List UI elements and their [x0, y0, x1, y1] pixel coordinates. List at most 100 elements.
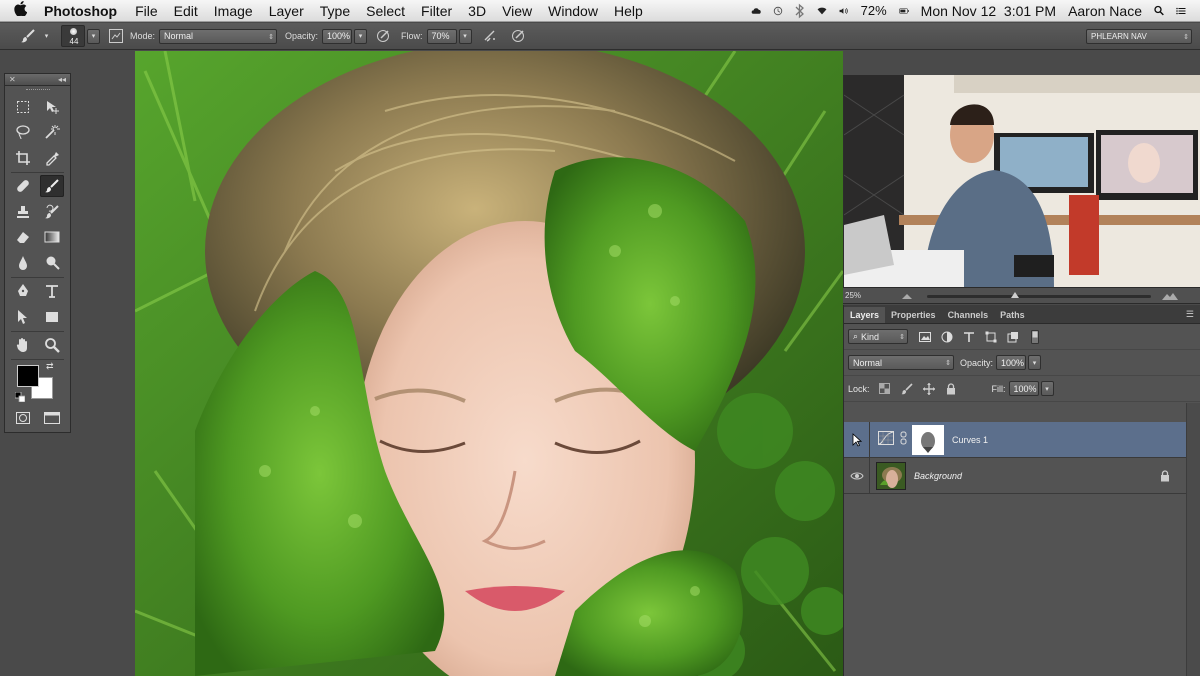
clone-stamp-tool-icon[interactable] [11, 201, 35, 223]
brush-tool-icon[interactable] [39, 175, 64, 198]
layer-name-curves-1[interactable]: Curves 1 [952, 435, 988, 445]
fill-input[interactable]: 100% [1008, 381, 1039, 396]
quick-mask-icon[interactable] [11, 407, 35, 429]
filter-toggle-switch[interactable] [1024, 328, 1046, 346]
zoom-in-icon[interactable] [1161, 290, 1179, 304]
menu-filter[interactable]: Filter [413, 3, 460, 19]
menu-help[interactable]: Help [606, 3, 651, 19]
menu-select[interactable]: Select [358, 3, 413, 19]
zoom-out-icon[interactable] [901, 291, 913, 303]
spotlight-search-icon[interactable] [1148, 0, 1170, 22]
apple-menu-icon[interactable] [0, 1, 40, 20]
clock[interactable]: Mon Nov 12 3:01 PM [915, 3, 1062, 19]
wifi-icon[interactable] [811, 0, 833, 22]
pressure-size-icon[interactable] [508, 26, 528, 46]
brush-panel-toggle-icon[interactable] [106, 26, 126, 46]
filter-smart-object-icon[interactable] [1002, 328, 1024, 346]
healing-brush-tool-icon[interactable] [11, 175, 35, 197]
fill-dropdown[interactable]: ▾ [1040, 381, 1054, 396]
move-tool-icon[interactable] [40, 96, 64, 118]
lock-transparent-icon[interactable] [874, 380, 896, 398]
rectangle-tool-icon[interactable] [40, 306, 64, 328]
magic-wand-tool-icon[interactable] [40, 121, 64, 143]
layer-row-curves-1[interactable]: Curves 1 [844, 421, 1200, 458]
history-brush-tool-icon[interactable] [40, 201, 64, 223]
collapse-icon[interactable]: ◂◂ [58, 75, 66, 84]
lock-position-icon[interactable] [918, 380, 940, 398]
filter-type-icon[interactable] [958, 328, 980, 346]
menu-window[interactable]: Window [540, 3, 606, 19]
lock-all-icon[interactable] [940, 380, 962, 398]
flow-input[interactable]: 70% [426, 28, 457, 44]
layer-name-background[interactable]: Background [914, 471, 962, 481]
lasso-tool-icon[interactable] [11, 121, 35, 143]
workspace-switcher[interactable]: PHLEARN NAV ⇕ [1086, 28, 1192, 44]
airbrush-icon[interactable] [480, 26, 500, 46]
layer-thumbnail[interactable] [876, 461, 906, 490]
tool-preset-dropdown[interactable]: ▾ [40, 29, 53, 44]
brush-picker-dropdown[interactable]: ▾ [87, 28, 100, 44]
zoom-slider-thumb[interactable] [1011, 292, 1019, 298]
filter-adjustment-icon[interactable] [936, 328, 958, 346]
tools-panel-header[interactable]: ✕ ◂◂ [5, 74, 70, 86]
visibility-toggle[interactable] [844, 457, 870, 494]
time-machine-icon[interactable] [767, 0, 789, 22]
bluetooth-icon[interactable] [789, 0, 811, 22]
menu-layer[interactable]: Layer [261, 3, 312, 19]
opacity-input[interactable]: 100% [322, 28, 353, 44]
panel-menu-icon[interactable]: ☰ [1180, 306, 1200, 323]
document-canvas[interactable] [135, 51, 843, 676]
filter-pixel-icon[interactable] [914, 328, 936, 346]
zoom-slider-track[interactable] [927, 295, 1151, 298]
mask-link-icon[interactable] [900, 431, 908, 448]
tab-channels[interactable]: Channels [942, 307, 995, 323]
lock-image-icon[interactable] [896, 380, 918, 398]
hand-tool-icon[interactable] [11, 334, 35, 356]
pressure-opacity-icon[interactable] [373, 26, 393, 46]
opacity-dropdown[interactable]: ▾ [354, 28, 368, 44]
brush-tool-preset-icon[interactable] [18, 26, 38, 46]
eyedropper-tool-icon[interactable] [40, 147, 64, 169]
menu-image[interactable]: Image [206, 3, 261, 19]
tab-layers[interactable]: Layers [844, 307, 886, 323]
cloud-status-icon[interactable] [745, 0, 767, 22]
close-icon[interactable]: ✕ [9, 75, 16, 84]
user-name[interactable]: Aaron Nace [1062, 3, 1148, 19]
marquee-tool-icon[interactable] [11, 96, 35, 118]
flow-dropdown[interactable]: ▾ [458, 28, 472, 44]
menu-3d[interactable]: 3D [460, 3, 494, 19]
blur-tool-icon[interactable] [11, 252, 35, 274]
eraser-tool-icon[interactable] [11, 226, 35, 248]
visibility-toggle-hidden[interactable] [844, 421, 870, 458]
battery-percent[interactable]: 72% [855, 3, 893, 18]
pen-tool-icon[interactable] [11, 280, 35, 302]
menu-edit[interactable]: Edit [166, 3, 206, 19]
app-name-menu[interactable]: Photoshop [40, 3, 127, 19]
tab-properties[interactable]: Properties [885, 307, 942, 323]
menu-type[interactable]: Type [312, 3, 358, 19]
menu-file[interactable]: File [127, 3, 166, 19]
foreground-color-swatch[interactable] [17, 365, 39, 387]
blend-mode-select[interactable]: Normal ⇕ [159, 28, 278, 44]
gradient-tool-icon[interactable] [40, 226, 64, 248]
filter-kind-select[interactable]: ⌕ Kind ⇕ [848, 329, 908, 344]
layers-scrollbar[interactable] [1186, 403, 1200, 676]
default-colors-icon[interactable] [14, 391, 26, 403]
dodge-tool-icon[interactable] [40, 252, 64, 274]
zoom-tool-icon[interactable] [40, 334, 64, 356]
layer-blend-mode-select[interactable]: Normal ⇕ [848, 355, 954, 370]
menu-view[interactable]: View [494, 3, 540, 19]
zoom-percent[interactable]: 25% [843, 291, 883, 300]
layer-opacity-dropdown[interactable]: ▾ [1028, 355, 1042, 370]
battery-icon[interactable] [893, 0, 915, 22]
notification-center-icon[interactable] [1170, 0, 1192, 22]
tab-paths[interactable]: Paths [994, 307, 1031, 323]
volume-icon[interactable] [833, 0, 855, 22]
layer-row-background[interactable]: Background [844, 457, 1200, 494]
screen-mode-icon[interactable] [40, 407, 64, 429]
brush-size-picker[interactable]: 44 [61, 25, 85, 47]
type-tool-icon[interactable] [40, 280, 64, 302]
path-selection-tool-icon[interactable] [11, 306, 35, 328]
layer-mask-thumbnail[interactable] [912, 424, 944, 455]
swap-colors-icon[interactable]: ⇄ [46, 361, 54, 372]
